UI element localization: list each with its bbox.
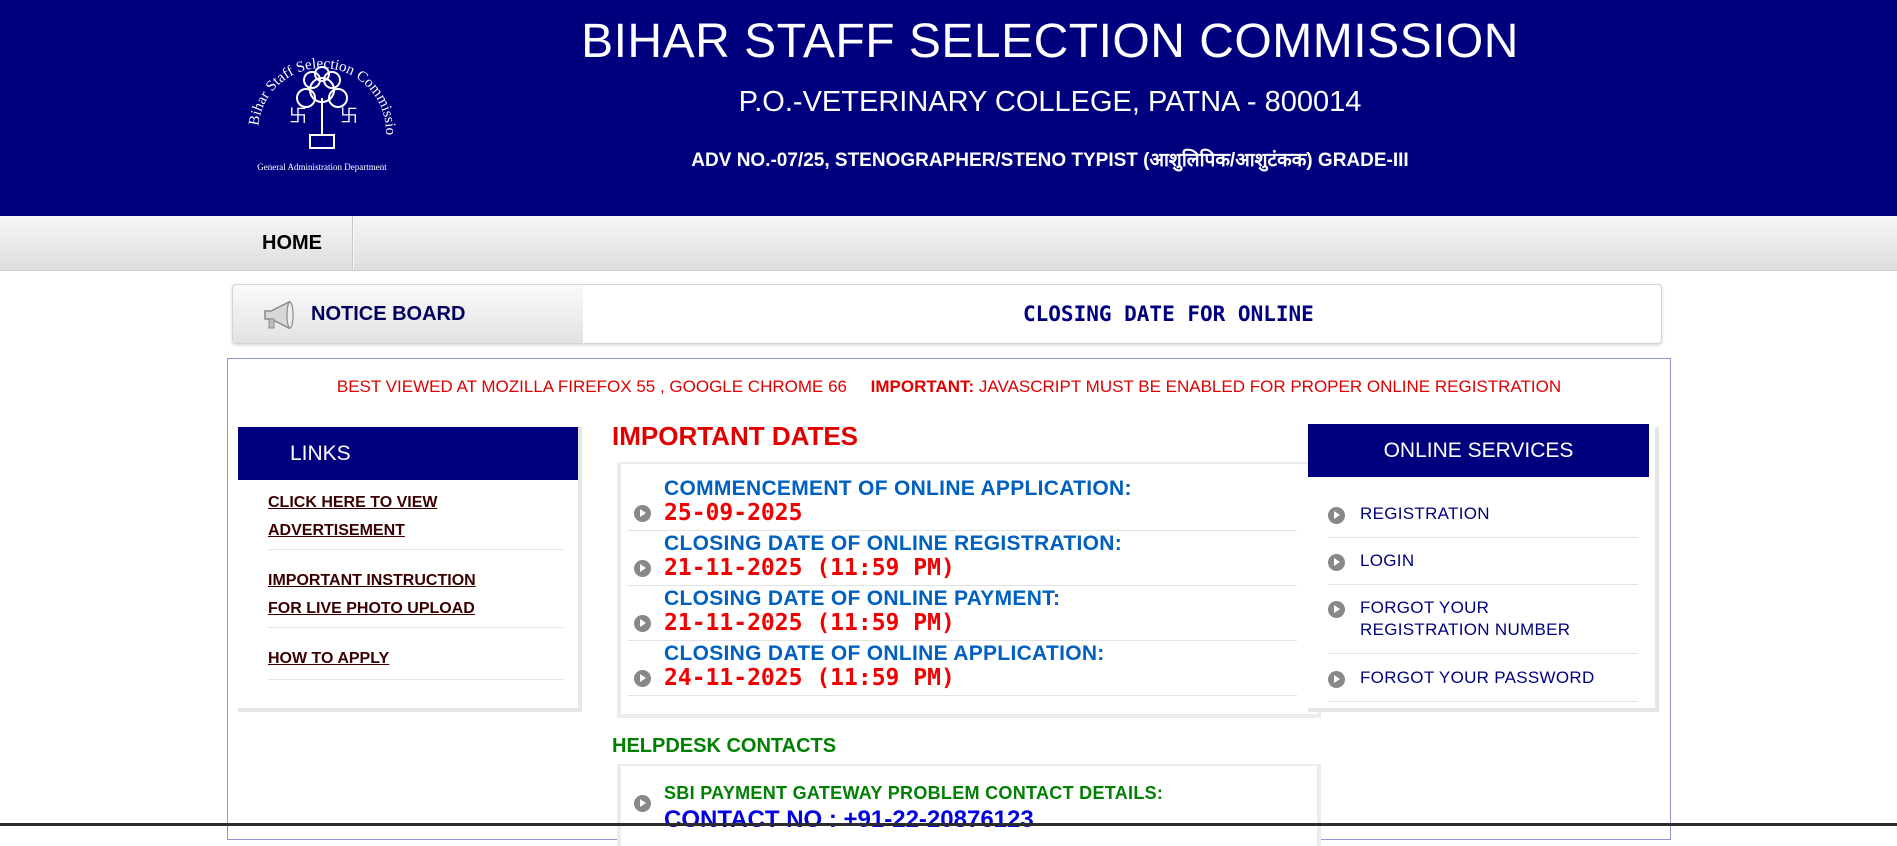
notice-board-header: NOTICE BOARD	[233, 285, 583, 343]
nav-bar: HOME	[0, 216, 1897, 271]
link-line: FOR LIVE PHOTO UPLOAD	[268, 600, 475, 617]
link-line: CLICK HERE TO VIEW	[268, 494, 438, 511]
arrow-bullet-icon	[634, 670, 651, 687]
arrow-bullet-icon	[634, 560, 651, 577]
page-title: BIHAR STAFF SELECTION COMMISSION	[581, 15, 1519, 68]
commission-logo: Bihar Staff Selection Commission, Patna …	[232, 40, 398, 172]
helpdesk-contact: CONTACT NO : +91-22-20876123	[664, 806, 1034, 833]
online-services-header: ONLINE SERVICES	[1308, 424, 1649, 477]
notice-marquee[interactable]: CLOSING DATE FOR ONLINE	[1023, 285, 1314, 343]
notice-board-label: NOTICE BOARD	[311, 303, 466, 325]
links-box: LINKS CLICK HERE TO VIEW ADVERTISEMENT I…	[238, 427, 582, 712]
link-line: HOW TO APPLY	[268, 650, 390, 667]
helpdesk-title: HELPDESK CONTACTS	[612, 735, 837, 757]
date-label: CLOSING DATE OF ONLINE REGISTRATION:	[664, 532, 1123, 555]
date-item-application-close: CLOSING DATE OF ONLINE APPLICATION: 24-1…	[627, 641, 1297, 696]
site-header: Bihar Staff Selection Commission, Patna …	[0, 0, 1897, 216]
service-label: FORGOT YOUR PASSWORD	[1360, 668, 1595, 687]
service-forgot-password[interactable]: FORGOT YOUR PASSWORD	[1328, 667, 1638, 702]
helpdesk-box: SBI PAYMENT GATEWAY PROBLEM CONTACT DETA…	[617, 764, 1321, 846]
arrow-bullet-icon	[1328, 601, 1345, 618]
nav-home-link[interactable]: HOME	[232, 216, 353, 270]
date-value: 21-11-2025 (11:59 PM)	[664, 610, 955, 636]
svg-text:卐: 卐	[289, 106, 307, 127]
date-item-commencement: COMMENCEMENT OF ONLINE APPLICATION: 25-0…	[627, 476, 1297, 531]
browser-note: BEST VIEWED AT MOZILLA FIREFOX 55 , GOOG…	[228, 377, 1670, 397]
link-line: ADVERTISEMENT	[268, 522, 405, 539]
important-label: IMPORTANT:	[870, 377, 975, 396]
date-label: CLOSING DATE OF ONLINE APPLICATION:	[664, 642, 1105, 665]
arrow-bullet-icon	[634, 505, 651, 522]
service-label-line: FORGOT YOUR	[1360, 598, 1490, 617]
important-dates-title: IMPORTANT DATES	[612, 421, 859, 451]
main-panel: BEST VIEWED AT MOZILLA FIREFOX 55 , GOOG…	[227, 358, 1671, 846]
svg-text:卐: 卐	[340, 106, 358, 127]
browser-note-text: BEST VIEWED AT MOZILLA FIREFOX 55 , GOOG…	[336, 377, 847, 396]
online-services-box: ONLINE SERVICES REGISTRATION LOGIN FORGO…	[1308, 424, 1659, 712]
service-label: LOGIN	[1360, 551, 1415, 570]
important-text: JAVASCRIPT MUST BE ENABLED FOR PROPER ON…	[974, 377, 1562, 396]
notice-board: NOTICE BOARD CLOSING DATE FOR ONLINE	[232, 284, 1662, 344]
link-how-to-apply[interactable]: HOW TO APPLY	[268, 645, 563, 680]
arrow-bullet-icon	[1328, 554, 1345, 571]
links-header: LINKS	[238, 427, 578, 480]
date-value: 24-11-2025 (11:59 PM)	[664, 665, 955, 691]
date-label: COMMENCEMENT OF ONLINE APPLICATION:	[664, 477, 1132, 500]
online-services-title: ONLINE SERVICES	[1383, 439, 1574, 462]
service-label: FORGOT YOUR REGISTRATION NUMBER	[1360, 597, 1570, 641]
logo-subtext: General Administration Department	[257, 162, 387, 172]
date-item-registration-close: CLOSING DATE OF ONLINE REGISTRATION: 21-…	[627, 531, 1297, 586]
date-item-payment-close: CLOSING DATE OF ONLINE PAYMENT: 21-11-20…	[627, 586, 1297, 641]
arrow-bullet-icon	[634, 795, 651, 812]
links-title: LINKS	[290, 442, 351, 465]
arrow-bullet-icon	[1328, 671, 1345, 688]
link-line: IMPORTANT INSTRUCTION	[268, 572, 476, 589]
link-live-photo-instruction[interactable]: IMPORTANT INSTRUCTION FOR LIVE PHOTO UPL…	[268, 567, 563, 628]
service-registration[interactable]: REGISTRATION	[1328, 503, 1638, 538]
service-forgot-registration-number[interactable]: FORGOT YOUR REGISTRATION NUMBER	[1328, 597, 1638, 654]
service-label-line: REGISTRATION NUMBER	[1360, 620, 1571, 639]
advertisement-title: ADV NO.-07/25, STENOGRAPHER/STENO TYPIST…	[691, 150, 1409, 171]
arrow-bullet-icon	[1328, 507, 1345, 524]
service-label: REGISTRATION	[1360, 504, 1490, 523]
date-value: 21-11-2025 (11:59 PM)	[664, 555, 955, 581]
megaphone-icon	[264, 300, 294, 330]
date-label: CLOSING DATE OF ONLINE PAYMENT:	[664, 587, 1061, 610]
important-dates-list: COMMENCEMENT OF ONLINE APPLICATION: 25-0…	[617, 462, 1321, 718]
date-value: 25-09-2025	[664, 500, 803, 526]
arrow-bullet-icon	[634, 615, 651, 632]
service-login[interactable]: LOGIN	[1328, 550, 1638, 585]
helpdesk-label: SBI PAYMENT GATEWAY PROBLEM CONTACT DETA…	[664, 783, 1164, 803]
link-view-advertisement[interactable]: CLICK HERE TO VIEW ADVERTISEMENT	[268, 489, 563, 550]
commission-address: P.O.-VETERINARY COLLEGE, PATNA - 800014	[738, 86, 1362, 118]
